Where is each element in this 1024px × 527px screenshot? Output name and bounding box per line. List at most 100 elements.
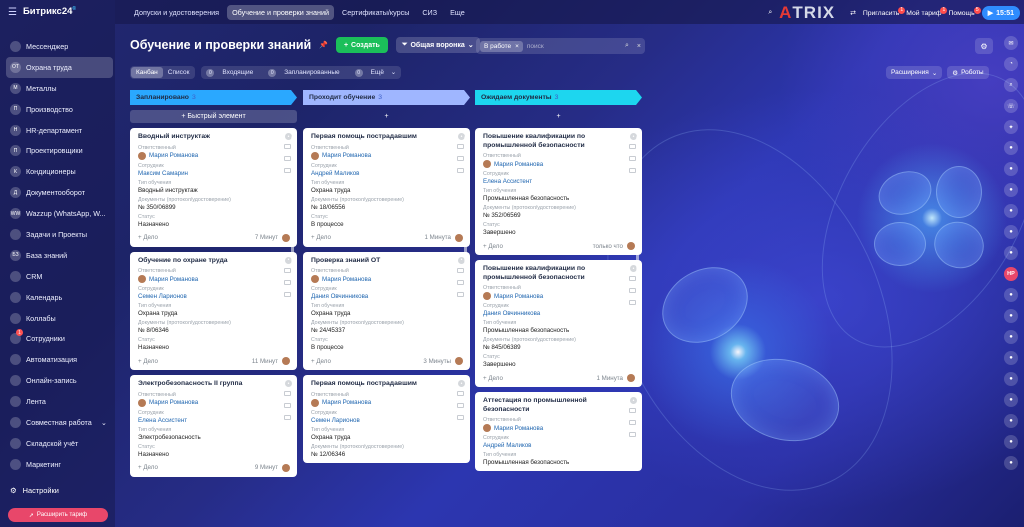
card-title[interactable]: Первая помощь пострадавшим (311, 380, 463, 389)
field-value[interactable]: Мария Романова (138, 151, 290, 160)
chat-icon[interactable] (457, 291, 464, 297)
card-title[interactable]: Повышение квалификации по промышленной б… (483, 133, 635, 150)
phone-icon[interactable] (284, 391, 291, 396)
card-menu-icon[interactable]: • (285, 380, 292, 387)
avatar[interactable]: ● (1004, 162, 1018, 176)
avatar[interactable]: ● (1004, 309, 1018, 323)
field-value[interactable]: Андрей Маликов (483, 442, 635, 449)
add-activity-button[interactable]: + Дело (138, 358, 158, 365)
copilot-icon[interactable]: ✦ (1004, 120, 1018, 134)
field-value[interactable]: Мария Романова (311, 398, 463, 407)
avatar[interactable]: ● (1004, 204, 1018, 218)
mail-icon[interactable] (629, 156, 636, 161)
add-activity-button[interactable]: + Дело (138, 234, 158, 241)
avatar[interactable]: ● (1004, 435, 1018, 449)
card-title[interactable]: Электробезопасность II группа (138, 380, 290, 389)
phone-icon[interactable] (629, 276, 636, 281)
avatar[interactable]: ● (1004, 225, 1018, 239)
mail-icon[interactable] (457, 403, 464, 408)
field-value[interactable]: Мария Романова (138, 275, 290, 283)
search-icon[interactable]: ⌕ (1004, 78, 1018, 92)
kanban-card[interactable]: • Проверка знаний ОТ Ответственный Мария Ро… (303, 251, 470, 370)
field-value[interactable]: Семен Ларионов (311, 417, 463, 424)
chat-icon[interactable] (284, 168, 291, 173)
field-value[interactable]: Мария Романова (311, 275, 463, 283)
chat-icon[interactable] (457, 168, 464, 173)
chat-icon[interactable] (284, 291, 291, 297)
column-scrollbar[interactable] (464, 136, 467, 286)
avatar-initials[interactable]: HP (1004, 267, 1018, 281)
mail-icon[interactable] (284, 403, 291, 408)
column-header[interactable]: Запланировано 3 (130, 90, 297, 105)
phone-icon[interactable] (284, 144, 291, 149)
column-header[interactable]: Проходит обучение 3 (303, 90, 470, 105)
kanban-card[interactable]: • Электробезопасность II группа Ответствен… (130, 375, 297, 477)
phone-icon[interactable] (629, 408, 636, 413)
field-value[interactable]: Семен Ларионов (138, 293, 290, 300)
card-title[interactable]: Первая помощь пострадавшим (311, 133, 463, 142)
card-title[interactable]: Вводный инструктаж (138, 133, 290, 142)
field-value[interactable]: Мария Романова (138, 398, 290, 407)
phone-icon[interactable]: ☏ (1004, 99, 1018, 113)
chat-icon[interactable] (629, 168, 636, 173)
kanban-card[interactable]: • Повышение квалификации по промышленной … (475, 260, 642, 387)
avatar[interactable]: ● (1004, 372, 1018, 386)
phone-icon[interactable] (457, 144, 464, 149)
mail-icon[interactable] (457, 156, 464, 161)
mail-icon[interactable] (284, 279, 291, 285)
avatar[interactable]: ● (1004, 330, 1018, 344)
card-title[interactable]: Аттестация по промышленной безопасности (483, 397, 635, 414)
kanban-card[interactable]: • Первая помощь пострадавшим Ответственный… (303, 375, 470, 463)
mail-icon[interactable] (629, 288, 636, 293)
add-activity-button[interactable]: + Дело (311, 358, 331, 365)
avatar[interactable]: ● (1004, 456, 1018, 470)
avatar[interactable]: ● (1004, 288, 1018, 302)
field-value[interactable]: Максим Самарин (138, 170, 290, 177)
avatar[interactable]: ● (1004, 246, 1018, 260)
mail-icon[interactable] (629, 420, 636, 425)
chat-icon[interactable]: ✉ (1004, 36, 1018, 50)
column-scrollbar[interactable] (636, 136, 639, 286)
card-title[interactable]: Проверка знаний ОТ (311, 257, 463, 266)
kanban-card[interactable]: • Обучение по охране труда Ответственный Ма… (130, 251, 297, 370)
card-menu-icon[interactable]: • (630, 397, 637, 404)
bell-icon[interactable]: ◔ (1004, 57, 1018, 71)
add-card-plus-icon[interactable]: + (303, 110, 470, 123)
kanban-card[interactable]: • Первая помощь пострадавшим Ответственный… (303, 128, 470, 247)
avatar[interactable]: ● (1004, 141, 1018, 155)
field-value[interactable]: Мария Романова (483, 160, 635, 168)
quick-add-button[interactable]: + Быстрый элемент (130, 110, 297, 123)
chat-icon[interactable] (457, 415, 464, 420)
mail-icon[interactable] (457, 279, 464, 285)
field-value[interactable]: Елена Ассистент (138, 417, 290, 424)
avatar[interactable]: ● (1004, 414, 1018, 428)
add-activity-button[interactable]: + Дело (483, 243, 503, 250)
kanban-card[interactable]: • Аттестация по промышленной безопасности… (475, 392, 642, 471)
add-card-plus-icon[interactable]: + (475, 110, 642, 123)
column-scrollbar[interactable] (291, 136, 294, 286)
field-value[interactable]: Мария Романова (483, 424, 635, 432)
column-header[interactable]: Ожидаем документы 3 (475, 90, 642, 105)
mail-icon[interactable] (284, 156, 291, 161)
chat-icon[interactable] (284, 415, 291, 420)
field-value[interactable]: Андрей Маликов (311, 170, 463, 177)
avatar[interactable]: ● (1004, 183, 1018, 197)
phone-icon[interactable] (629, 144, 636, 149)
phone-icon[interactable] (284, 267, 291, 273)
add-activity-button[interactable]: + Дело (311, 234, 331, 241)
chat-icon[interactable] (629, 432, 636, 437)
field-value[interactable]: Мария Романова (483, 292, 635, 300)
add-activity-button[interactable]: + Дело (483, 375, 503, 382)
card-menu-icon[interactable]: • (458, 380, 465, 387)
kanban-card[interactable]: • Повышение квалификации по промышленной … (475, 128, 642, 255)
phone-icon[interactable] (457, 267, 464, 273)
avatar[interactable]: ● (1004, 351, 1018, 365)
field-value[interactable]: Дания Овчинникова (483, 310, 635, 317)
field-value[interactable]: Дания Овчинникова (311, 293, 463, 300)
add-activity-button[interactable]: + Дело (138, 464, 158, 471)
field-value[interactable]: Елена Ассистент (483, 178, 635, 185)
kanban-card[interactable]: • Вводный инструктаж Ответственный Мария Ро… (130, 128, 297, 247)
avatar[interactable]: ● (1004, 393, 1018, 407)
phone-icon[interactable] (457, 391, 464, 396)
chat-icon[interactable] (629, 300, 636, 305)
